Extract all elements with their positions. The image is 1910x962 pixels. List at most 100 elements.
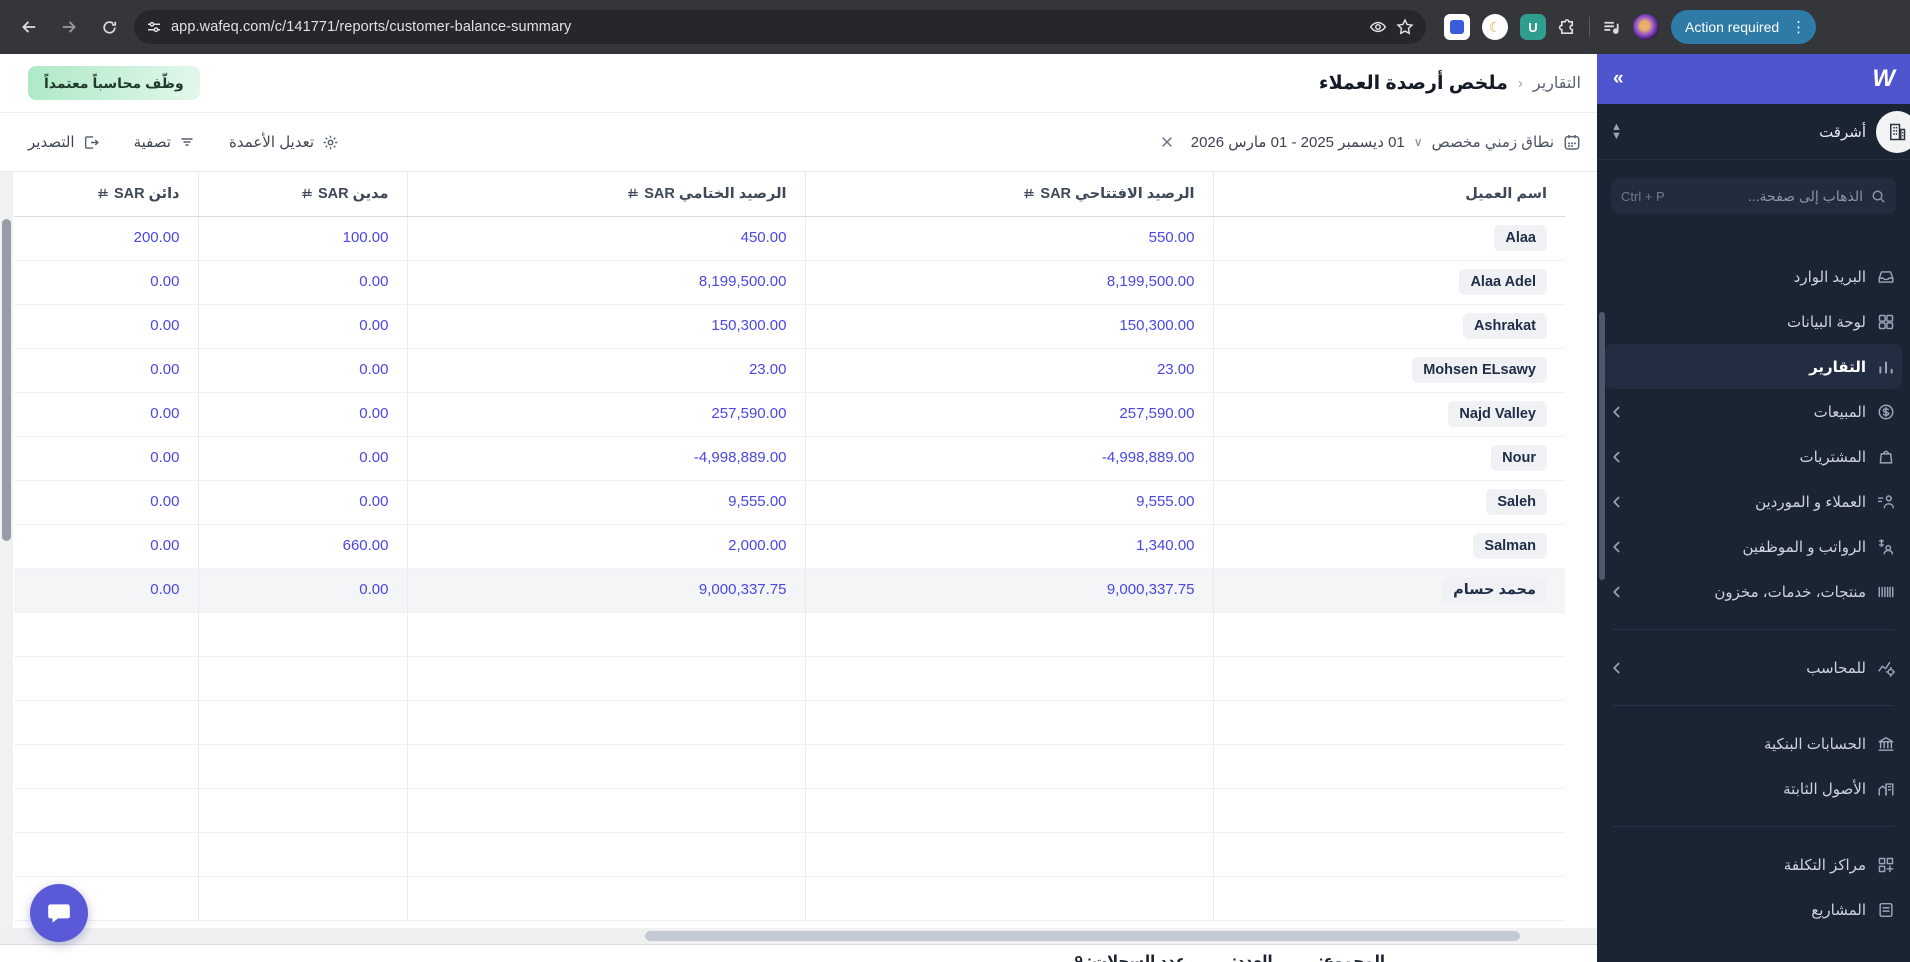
customer-name-chip[interactable]: Mohsen ELsawy [1412, 357, 1547, 383]
column-header-name[interactable]: اسم العميل [1213, 172, 1565, 216]
sidebar-item-label: العملاء و الموردين [1637, 493, 1866, 511]
sidebar-item-customers[interactable]: العملاء و الموردين [1597, 479, 1910, 524]
amount-value: 0.00 [150, 537, 179, 554]
amount-value: 0.00 [359, 581, 388, 598]
customer-name-chip[interactable]: Nour [1491, 445, 1547, 471]
sidebar-item-label: مراكز التكلفة [1637, 856, 1866, 874]
filter-label: تصفية [134, 133, 171, 151]
extension-icon-round[interactable]: ☾ [1482, 14, 1508, 40]
company-switch-chevrons-icon[interactable]: ▲▼ [1611, 123, 1622, 141]
browser-back-icon[interactable] [14, 12, 44, 42]
amount-value: 0.00 [150, 317, 179, 334]
breadcrumb: التقارير ‹ ملخص أرصدة العملاء [1319, 72, 1581, 95]
table-row[interactable]: Salman1,340.002,000.00660.000.00 [14, 524, 1565, 568]
column-header-opening[interactable]: الرصيد الافتتاحي SAR [805, 172, 1213, 216]
date-range-picker[interactable]: نطاق زمني مخصص ∨ 01 ديسمبر 2025 - 01 مار… [1160, 133, 1581, 151]
url-bar[interactable]: app.wafeq.com/c/141771/reports/customer-… [134, 10, 1426, 44]
customer-name-chip[interactable]: Alaa [1494, 225, 1547, 251]
customer-name-chip[interactable]: Alaa Adel [1459, 269, 1547, 295]
sidebar-item-barcode[interactable]: منتجات، خدمات، مخزون [1597, 569, 1910, 614]
column-header-credit[interactable]: دائن SAR [14, 172, 198, 216]
customer-name-chip[interactable]: Ashrakat [1463, 313, 1547, 339]
company-name: أشرقت [1622, 123, 1866, 141]
url-text[interactable]: app.wafeq.com/c/141771/reports/customer-… [171, 19, 1360, 35]
reading-mode-eye-icon[interactable] [1369, 18, 1387, 36]
extensions-puzzle-icon[interactable] [1558, 18, 1577, 37]
empty-table-row [14, 700, 1565, 744]
sidebar-item-bank[interactable]: الحسابات البنكية [1597, 721, 1910, 766]
table-row[interactable]: Ashrakat150,300.00150,300.000.000.00 [14, 304, 1565, 348]
table-row[interactable]: Alaa550.00450.00100.00200.00 [14, 216, 1565, 260]
site-info-icon[interactable] [146, 19, 162, 35]
sidebar-item-bar-chart[interactable]: التقارير [1605, 344, 1902, 389]
amount-value: 23.00 [1157, 361, 1195, 378]
customer-name-chip[interactable]: Saleh [1486, 489, 1547, 515]
sidebar-item-label: المشاريع [1637, 901, 1866, 919]
action-required-button[interactable]: Action required ⋮ [1671, 10, 1816, 44]
sidebar-item-accountant[interactable]: للمحاسب [1597, 645, 1910, 690]
sidebar-item-fixed-assets[interactable]: الأصول الثابتة [1597, 766, 1910, 811]
cell-debit: 0.00 [198, 392, 407, 436]
browser-reload-icon[interactable] [94, 12, 124, 42]
cell-customer-name[interactable]: Nour [1213, 436, 1565, 480]
filter-button[interactable]: تصفية [134, 133, 195, 151]
column-header-closing[interactable]: الرصيد الختامي SAR [407, 172, 805, 216]
cell-customer-name[interactable]: محمد حسام [1213, 568, 1565, 612]
hire-accountant-button[interactable]: وظّف محاسباً معتمداً [28, 66, 200, 100]
sidebar-item-label: الرواتب و الموظفين [1637, 538, 1866, 556]
edit-columns-button[interactable]: تعديل الأعمدة [229, 133, 339, 151]
sidebar-item-projects[interactable]: المشاريع [1597, 887, 1910, 932]
cell-customer-name[interactable]: Saleh [1213, 480, 1565, 524]
sidebar-item-payroll[interactable]: الرواتب و الموظفين [1597, 524, 1910, 569]
table-row[interactable]: Najd Valley257,590.00257,590.000.000.00 [14, 392, 1565, 436]
sidebar-item-cost-centers[interactable]: مراكز التكلفة [1597, 842, 1910, 887]
customer-name-chip[interactable]: محمد حسام [1442, 577, 1547, 603]
cell-opening: 1,340.00 [805, 524, 1213, 568]
browser-profile-avatar[interactable] [1633, 14, 1659, 40]
table-row[interactable]: Saleh9,555.009,555.000.000.00 [14, 480, 1565, 524]
amount-value: 0.00 [150, 449, 179, 466]
column-header-debit[interactable]: مدين SAR [198, 172, 407, 216]
chat-support-button[interactable] [30, 884, 88, 942]
cell-credit: 0.00 [14, 392, 198, 436]
cell-customer-name[interactable]: Mohsen ELsawy [1213, 348, 1565, 392]
sidebar-item-dollar-circle[interactable]: المبيعات [1597, 389, 1910, 434]
table-row[interactable]: Nour-4,998,889.00-4,998,889.000.000.00 [14, 436, 1565, 480]
table-row[interactable]: Alaa Adel8,199,500.008,199,500.000.000.0… [14, 260, 1565, 304]
media-playlist-icon[interactable] [1602, 18, 1621, 37]
customer-name-chip[interactable]: Salman [1473, 533, 1547, 559]
breadcrumb-parent[interactable]: التقارير [1533, 73, 1581, 93]
cell-customer-name[interactable]: Najd Valley [1213, 392, 1565, 436]
browser-menu-dots-icon[interactable]: ⋮ [1787, 18, 1810, 36]
column-label: الرصيد الختامي SAR [644, 186, 786, 202]
footer-records-count: عدد السجلات: 9 [1074, 952, 1186, 962]
extension-icon-blue[interactable] [1444, 14, 1470, 40]
sidebar-item-dashboard[interactable]: لوحة البيانات [1597, 299, 1910, 344]
cell-customer-name[interactable]: Alaa Adel [1213, 260, 1565, 304]
gear-icon [322, 134, 339, 151]
chevron-left-icon [1612, 583, 1626, 601]
sidebar-item-inbox[interactable]: البريد الوارد [1597, 254, 1910, 299]
payroll-icon [1877, 538, 1895, 556]
sidebar-collapse-icon[interactable]: » [1613, 68, 1624, 90]
sidebar-item-shopping-bag[interactable]: المشتريات [1597, 434, 1910, 479]
cell-customer-name[interactable]: Alaa [1213, 216, 1565, 260]
export-button[interactable]: التصدير [28, 133, 100, 151]
customer-name-chip[interactable]: Najd Valley [1448, 401, 1547, 427]
sidebar-scrollbar[interactable] [1599, 312, 1605, 580]
vertical-scrollbar-thumb[interactable] [2, 219, 11, 541]
horizontal-scrollbar-thumb[interactable] [645, 931, 1520, 941]
table-row[interactable]: Mohsen ELsawy23.0023.000.000.00 [14, 348, 1565, 392]
extension-icon-u[interactable]: U [1520, 14, 1546, 40]
bookmark-star-icon[interactable] [1396, 18, 1414, 36]
cell-customer-name[interactable]: Salman [1213, 524, 1565, 568]
cell-customer-name[interactable]: Ashrakat [1213, 304, 1565, 348]
company-switcher[interactable]: أشرقت ▲▼ [1597, 104, 1910, 160]
go-to-page-search[interactable]: الذهاب إلى صفحة... Ctrl + P [1611, 178, 1896, 214]
amount-value: 0.00 [150, 581, 179, 598]
table-row[interactable]: محمد حسام9,000,337.759,000,337.750.000.0… [14, 568, 1565, 612]
amount-value: 0.00 [359, 493, 388, 510]
clear-date-range-icon[interactable] [1160, 135, 1174, 149]
amount-value: 23.00 [749, 361, 787, 378]
browser-forward-icon[interactable] [54, 12, 84, 42]
